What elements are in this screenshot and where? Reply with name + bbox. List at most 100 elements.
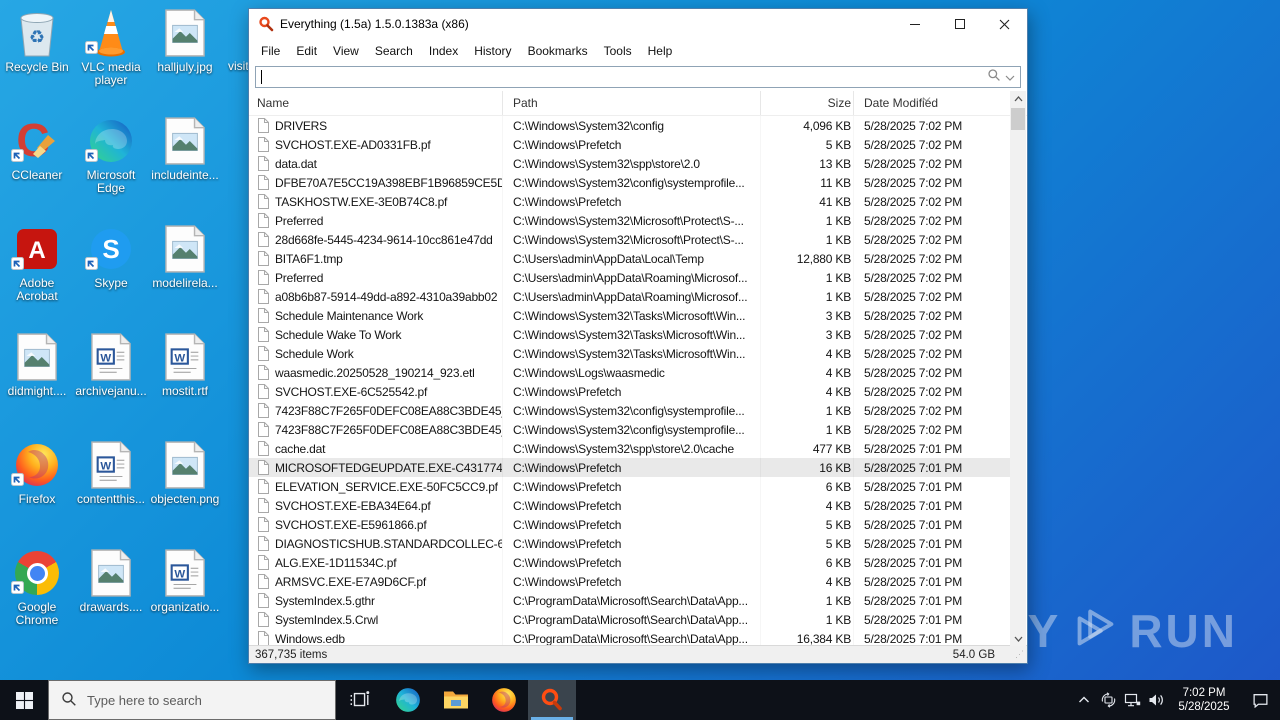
menu-view[interactable]: View bbox=[325, 41, 367, 61]
desktop-icon-ccleaner[interactable]: C CCleaner bbox=[0, 108, 74, 216]
file-path: C:\Windows\Logs\waasmedic bbox=[503, 363, 761, 382]
start-button[interactable] bbox=[0, 680, 48, 720]
table-row[interactable]: 28d668fe-5445-4234-9614-10cc861e47dd C:\W… bbox=[249, 230, 1010, 249]
table-row[interactable]: SVCHOST.EXE-EBA34E64.pf C:\Windows\Prefet… bbox=[249, 496, 1010, 515]
menu-help[interactable]: Help bbox=[640, 41, 681, 61]
file-size: 16,384 KB bbox=[761, 629, 854, 646]
table-row[interactable]: DFBE70A7E5CC19A398EBF1B96859CE5D C:\Windo… bbox=[249, 173, 1010, 192]
table-row[interactable]: ALG.EXE-1D11534C.pf C:\Windows\Prefetch 6 … bbox=[249, 553, 1010, 572]
table-row[interactable]: Schedule Maintenance Work C:\Windows\Syst… bbox=[249, 306, 1010, 325]
table-row[interactable]: SVCHOST.EXE-E5961866.pf C:\Windows\Prefet… bbox=[249, 515, 1010, 534]
scroll-up-button[interactable] bbox=[1010, 91, 1026, 106]
desktop-icon-drawards[interactable]: drawards.... bbox=[74, 540, 148, 648]
desktop-icon-archivejanu[interactable]: Warchivejanu... bbox=[74, 324, 148, 432]
desktop-icon-skype[interactable]: S Skype bbox=[74, 216, 148, 324]
table-row[interactable]: DRIVERS C:\Windows\System32\config 4,096 K… bbox=[249, 116, 1010, 135]
table-row[interactable]: Schedule Work C:\Windows\System32\Tasks\M… bbox=[249, 344, 1010, 363]
resize-grip[interactable]: ⋰ bbox=[1015, 649, 1025, 660]
column-header-path[interactable]: Path bbox=[503, 91, 761, 115]
table-row[interactable]: Preferred C:\Users\admin\AppData\Roaming\… bbox=[249, 268, 1010, 287]
table-row[interactable]: SVCHOST.EXE-6C525542.pf C:\Windows\Prefet… bbox=[249, 382, 1010, 401]
table-row[interactable]: BITA6F1.tmp C:\Users\admin\AppData\Local\… bbox=[249, 249, 1010, 268]
column-header-size[interactable]: Size bbox=[761, 91, 854, 115]
table-row[interactable]: SVCHOST.EXE-AD0331FB.pf C:\Windows\Prefet… bbox=[249, 135, 1010, 154]
desktop-icon-organizatio[interactable]: Worganizatio... bbox=[148, 540, 222, 648]
desktop-icon-adobe-acrobat[interactable]: A Adobe Acrobat bbox=[0, 216, 74, 324]
shortcut-arrow-icon bbox=[11, 149, 24, 167]
shortcut-arrow-icon bbox=[11, 473, 24, 491]
table-row[interactable]: SystemIndex.5.Crwl C:\ProgramData\Microso… bbox=[249, 610, 1010, 629]
skype-icon: S bbox=[85, 224, 135, 274]
desktop-icon-includeinte[interactable]: includeinte... bbox=[148, 108, 222, 216]
scroll-down-button[interactable] bbox=[1010, 631, 1026, 646]
task-view-button[interactable] bbox=[336, 680, 384, 720]
search-dropdown-chevron-icon[interactable] bbox=[1005, 68, 1015, 86]
file-size: 5 KB bbox=[761, 135, 854, 154]
table-row[interactable]: ARMSVC.EXE-E7A9D6CF.pf C:\Windows\Prefetc… bbox=[249, 572, 1010, 591]
file-name: a08b6b87-5914-49dd-a892-4310a39abb02 bbox=[275, 289, 498, 304]
menu-bookmarks[interactable]: Bookmarks bbox=[520, 41, 596, 61]
desktop-icon-modelirela[interactable]: modelirela... bbox=[148, 216, 222, 324]
table-row[interactable]: cache.dat C:\Windows\System32\spp\store\2… bbox=[249, 439, 1010, 458]
svg-text:W: W bbox=[100, 352, 111, 364]
everything-taskbar-button[interactable] bbox=[528, 680, 576, 720]
vertical-scrollbar[interactable] bbox=[1010, 91, 1026, 646]
taskbar-clock[interactable]: 7:02 PM 5/28/2025 bbox=[1168, 680, 1240, 720]
column-header-date[interactable]: Date Modified bbox=[854, 91, 1010, 115]
table-row[interactable]: Schedule Wake To Work C:\Windows\System32… bbox=[249, 325, 1010, 344]
desktop-icon-vlc-media-player[interactable]: VLC media player bbox=[74, 0, 148, 108]
network-tray-icon[interactable] bbox=[1120, 680, 1144, 720]
taskbar-search-input[interactable]: Type here to search bbox=[48, 680, 336, 720]
file-name: cache.dat bbox=[275, 441, 326, 456]
minimize-button[interactable] bbox=[892, 9, 937, 39]
volume-tray-icon[interactable] bbox=[1144, 680, 1168, 720]
desktop-icon-objecten-png[interactable]: objecten.png bbox=[148, 432, 222, 540]
file-name: MICROSOFTEDGEUPDATE.EXE-C4317749.pf bbox=[275, 460, 503, 475]
menu-edit[interactable]: Edit bbox=[288, 41, 325, 61]
file-explorer-taskbar-button[interactable] bbox=[432, 680, 480, 720]
table-row[interactable]: TASKHOSTW.EXE-3E0B74C8.pf C:\Windows\Pref… bbox=[249, 192, 1010, 211]
desktop-icon-recycle-bin[interactable]: ♻ Recycle Bin bbox=[0, 0, 74, 108]
file-icon bbox=[257, 137, 269, 152]
table-row[interactable]: DIAGNOSTICSHUB.STANDARDCOLLEC-60... C:\Wi… bbox=[249, 534, 1010, 553]
menu-index[interactable]: Index bbox=[421, 41, 466, 61]
table-row[interactable]: SystemIndex.5.gthr C:\ProgramData\Microso… bbox=[249, 591, 1010, 610]
menu-tools[interactable]: Tools bbox=[596, 41, 640, 61]
file-size: 11 KB bbox=[761, 173, 854, 192]
table-row[interactable]: data.dat C:\Windows\System32\spp\store\2.… bbox=[249, 154, 1010, 173]
menu-file[interactable]: File bbox=[253, 41, 288, 61]
table-row[interactable]: 7423F88C7F265F0DEFC08EA88C3BDE45_A... C:\… bbox=[249, 401, 1010, 420]
table-row[interactable]: MICROSOFTEDGEUPDATE.EXE-C4317749.pf C:\Wi… bbox=[249, 458, 1010, 477]
hidden-icons-chevron[interactable] bbox=[1072, 680, 1096, 720]
desktop-icon-firefox[interactable]: Firefox bbox=[0, 432, 74, 540]
file-name: ELEVATION_SERVICE.EXE-50FC5CC9.pf bbox=[275, 479, 498, 494]
title-bar[interactable]: Everything (1.5a) 1.5.0.1383a (x86) bbox=[249, 9, 1027, 39]
desktop-icon-microsoft-edge[interactable]: Microsoft Edge bbox=[74, 108, 148, 216]
desktop-icon-contentthis[interactable]: Wcontentthis... bbox=[74, 432, 148, 540]
desktop-icon-google-chrome[interactable]: Google Chrome bbox=[0, 540, 74, 648]
action-center-button[interactable] bbox=[1240, 680, 1280, 720]
table-row[interactable]: 7423F88C7F265F0DEFC08EA88C3BDE45_A... C:\… bbox=[249, 420, 1010, 439]
desktop-icon-didmight[interactable]: didmight.... bbox=[0, 324, 74, 432]
table-row[interactable]: waasmedic.20250528_190214_923.etl C:\Wind… bbox=[249, 363, 1010, 382]
search-icon[interactable] bbox=[987, 68, 1001, 87]
svg-text:A: A bbox=[28, 237, 45, 264]
column-header-name[interactable]: Name bbox=[249, 91, 503, 115]
table-row[interactable]: a08b6b87-5914-49dd-a892-4310a39abb02 C:\U… bbox=[249, 287, 1010, 306]
maximize-button[interactable] bbox=[937, 9, 982, 39]
scrollbar-thumb[interactable] bbox=[1011, 108, 1025, 130]
desktop-icon-halljuly-jpg[interactable]: halljuly.jpg bbox=[148, 0, 222, 108]
search-input[interactable] bbox=[255, 66, 1021, 88]
close-button[interactable] bbox=[982, 9, 1027, 39]
menu-history[interactable]: History bbox=[466, 41, 519, 61]
table-row[interactable]: ELEVATION_SERVICE.EXE-50FC5CC9.pf C:\Wind… bbox=[249, 477, 1010, 496]
edge-taskbar-button[interactable] bbox=[384, 680, 432, 720]
word-icon: W bbox=[161, 548, 209, 598]
file-size: 16 KB bbox=[761, 458, 854, 477]
menu-search[interactable]: Search bbox=[367, 41, 421, 61]
firefox-taskbar-button[interactable] bbox=[480, 680, 528, 720]
table-row[interactable]: Windows.edb C:\ProgramData\Microsoft\Sear… bbox=[249, 629, 1010, 645]
desktop-icon-mostit-rtf[interactable]: Wmostit.rtf bbox=[148, 324, 222, 432]
table-row[interactable]: Preferred C:\Windows\System32\Microsoft\P… bbox=[249, 211, 1010, 230]
tray-sync-display-icon[interactable] bbox=[1096, 680, 1120, 720]
